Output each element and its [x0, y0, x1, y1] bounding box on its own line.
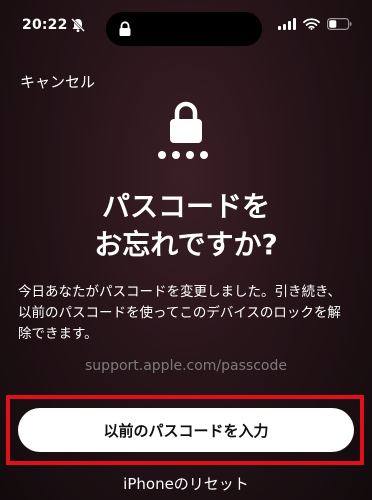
- title-line-1: パスコードを: [101, 190, 270, 223]
- support-link[interactable]: support.apple.com/passcode: [0, 358, 372, 374]
- wifi-icon: [303, 18, 320, 30]
- status-indicators: [278, 18, 352, 30]
- cellular-signal-icon: [278, 18, 296, 30]
- reset-iphone-button[interactable]: iPhoneのリセット: [0, 473, 372, 494]
- lock-icon: [119, 21, 131, 36]
- cancel-button[interactable]: キャンセル: [20, 71, 95, 92]
- title-line-2: お忘れですか?: [94, 228, 278, 261]
- enter-previous-passcode-button[interactable]: 以前のパスコードを入力: [18, 408, 354, 452]
- status-time: 20:22: [22, 17, 68, 33]
- status-bar: 20:22: [0, 0, 372, 50]
- page-title: パスコードを お忘れですか?: [0, 188, 372, 264]
- lock-icon: [170, 101, 202, 143]
- battery-icon: [327, 18, 352, 30]
- dynamic-island: [106, 12, 262, 46]
- bell-slash-icon: [71, 18, 85, 32]
- passcode-dots-icon: [158, 151, 208, 159]
- description-text: 今日あなたがパスコードを変更しました。引き続き、以前のパスコードを使ってこのデバ…: [18, 284, 342, 342]
